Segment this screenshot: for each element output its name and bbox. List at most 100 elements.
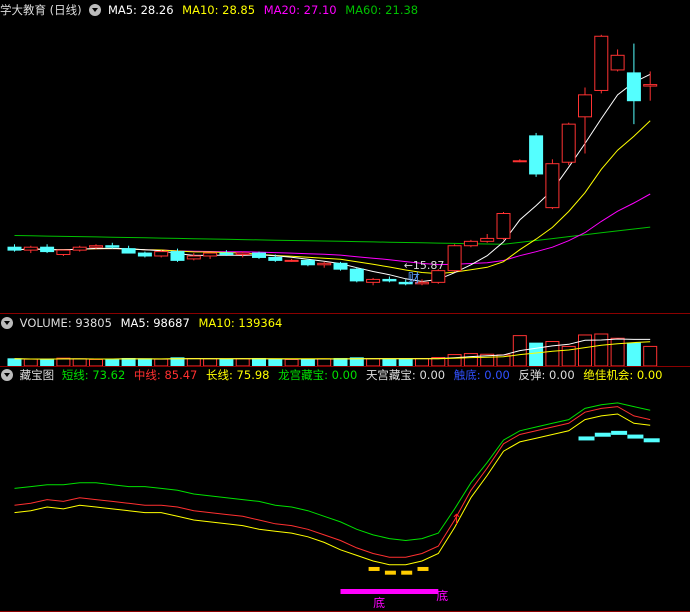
candle-body (512, 160, 527, 163)
candle-body (56, 249, 71, 256)
candle-body (105, 245, 120, 248)
candle-body (7, 246, 22, 251)
touch-bottom-label: 触底: 0.00 (453, 368, 510, 382)
candle-body (317, 262, 332, 266)
candle-body (89, 245, 103, 248)
candle-body (431, 270, 446, 283)
candle-body (382, 278, 397, 282)
volume-bar (333, 357, 348, 366)
volume-bar (186, 357, 201, 366)
candle-body (643, 84, 658, 87)
volume-chart[interactable] (0, 332, 690, 366)
candle-body (137, 252, 152, 257)
ma20-label: MA20: 27.10 (263, 3, 337, 17)
candle-body (40, 246, 55, 253)
volume-bar (626, 342, 641, 366)
long-line-label: 长线: 75.98 (206, 368, 270, 382)
volume-bar (366, 358, 381, 366)
candle-body (447, 245, 462, 272)
volume-bar (415, 357, 429, 366)
candle-body (349, 268, 364, 282)
volume-bar (219, 358, 234, 366)
candle-body (186, 255, 201, 260)
volume-bar (7, 358, 22, 366)
price-legend: 学大教育 (日线) MA5: 28.26 MA10: 28.85 MA20: 2… (0, 1, 423, 19)
volume-bar (23, 358, 38, 366)
chance-label: 绝佳机会: 0.00 (583, 368, 663, 382)
volume-bar (610, 337, 625, 366)
signal-dash (368, 566, 380, 571)
finance-marker: 财 (408, 271, 420, 285)
volume-bar (203, 358, 218, 366)
indicator-legend: 藏宝图 短线: 73.62 中线: 85.47 长线: 75.98 龙宫藏宝: … (0, 366, 667, 384)
volume-bar (154, 358, 169, 366)
candle-body (268, 256, 283, 261)
candle-body (480, 237, 495, 242)
candle-body (23, 246, 38, 251)
opportunity-block (578, 436, 595, 441)
volume-bar (252, 357, 266, 366)
candle-body (333, 262, 348, 270)
indicator-name: 藏宝图 (19, 368, 55, 382)
candle-body (545, 163, 560, 209)
candle-body (72, 246, 87, 251)
candle-body (496, 213, 511, 239)
volume-ma10-label: MA10: 139364 (198, 316, 283, 330)
dragon-treasure-label: 龙宫藏宝: 0.00 (278, 368, 358, 382)
opportunity-block (643, 438, 660, 443)
ma5-label: MA5: 28.26 (107, 3, 174, 17)
ma60-label: MA60: 21.38 (345, 3, 419, 17)
mid-line (14, 406, 651, 558)
volume-bar (72, 358, 87, 366)
volume-bar (578, 334, 592, 366)
candle-body (170, 251, 185, 261)
short-line-label: 短线: 73.62 (61, 368, 126, 382)
volume-bar (121, 357, 136, 366)
opportunity-block (627, 434, 644, 439)
candle-body (626, 72, 641, 102)
volume-bar (300, 358, 315, 366)
volume-bar (268, 358, 283, 366)
volume-label: VOLUME: 93805 (19, 316, 112, 330)
bottom-signal-bar (340, 589, 439, 594)
candle-body (610, 54, 625, 71)
candle-body (300, 259, 315, 266)
bottom-marker: 底 (436, 588, 448, 603)
opportunity-block (611, 430, 628, 435)
candle-body (366, 278, 381, 283)
candle-body (529, 135, 544, 175)
signal-dash (401, 570, 413, 575)
volume-ma5-label: MA5: 98687 (120, 316, 190, 330)
candle-body (203, 252, 218, 257)
candlestick-chart[interactable]: ←15.87财 (0, 20, 690, 313)
mid-line-label: 中线: 85.47 (133, 368, 198, 382)
volume-bar (235, 358, 250, 366)
candle-body (154, 251, 169, 257)
candle-body (463, 240, 478, 247)
ma10-label: MA10: 28.85 (182, 3, 256, 17)
volume-bar (317, 358, 332, 366)
volume-bar (594, 333, 609, 366)
sky-treasure-label: 天宫藏宝: 0.00 (365, 368, 446, 382)
signal-dash (417, 566, 429, 571)
bottom-marker: 底 (373, 595, 385, 610)
collapse-toggle-icon[interactable] (1, 317, 13, 329)
candle-body (594, 35, 609, 91)
opportunity-block (594, 432, 611, 437)
volume-bar (382, 358, 397, 366)
candle-body (561, 123, 576, 163)
collapse-toggle-icon[interactable] (1, 369, 13, 381)
candle-body (284, 259, 299, 262)
indicator-chart[interactable]: 底 底 ↑ (0, 385, 690, 611)
volume-bar (105, 358, 120, 366)
ma60-line (14, 226, 651, 245)
volume-bar (398, 358, 413, 366)
volume-bar (447, 354, 462, 366)
rebound-label: 反弹: 0.00 (518, 368, 575, 382)
volume-bar (529, 342, 544, 366)
candle-body (235, 252, 250, 256)
volume-legend: VOLUME: 93805 MA5: 98687 MA10: 139364 (0, 314, 287, 332)
buy-arrow-icon: ↑ (451, 512, 463, 528)
collapse-toggle-icon[interactable] (89, 4, 102, 16)
candle-body (578, 94, 592, 118)
